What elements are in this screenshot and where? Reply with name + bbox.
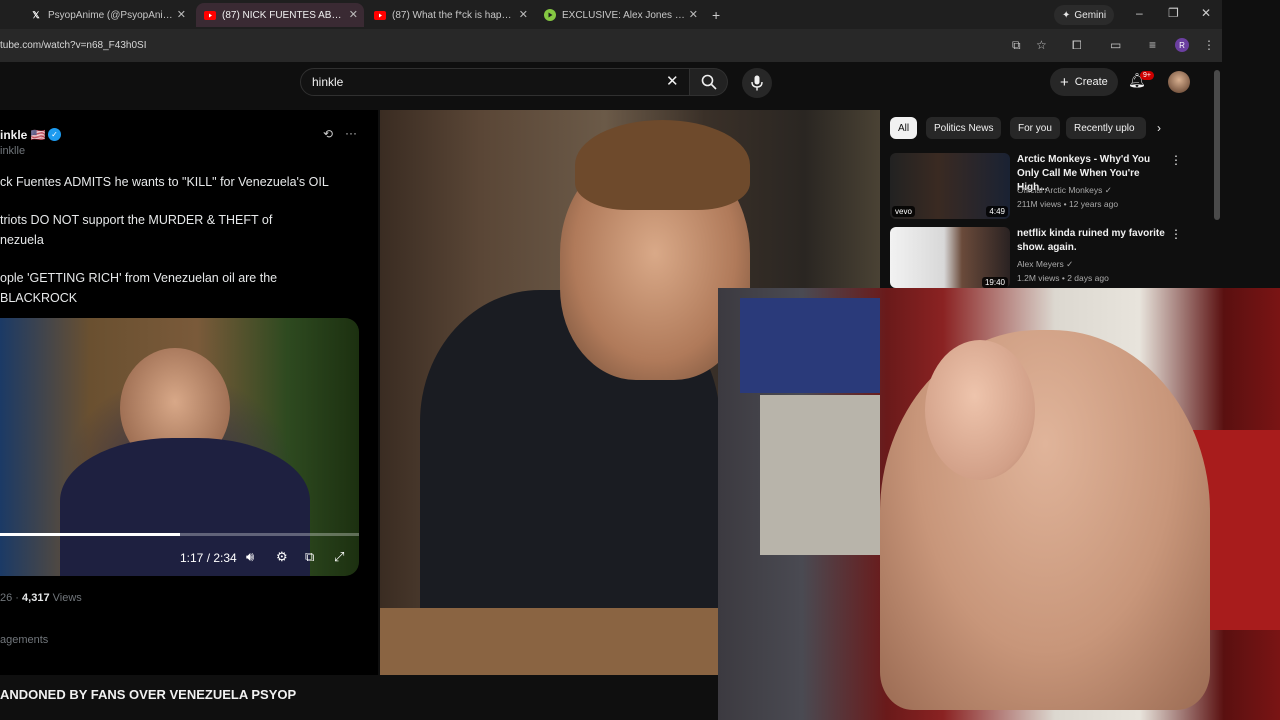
webcam-background-boxes (740, 298, 880, 393)
grok-icon[interactable]: ⟲ (323, 127, 333, 141)
rec-title[interactable]: netflix kinda ruined my favorite show. a… (1017, 227, 1167, 255)
close-icon[interactable]: ✕ (519, 8, 528, 21)
search-input[interactable] (300, 68, 690, 96)
new-tab-icon[interactable]: + (712, 7, 720, 23)
x-logo-icon: 𝕏 (32, 9, 40, 20)
video-title: ANDONED BY FANS OVER VENEZUELA PSYOP (0, 687, 297, 702)
settings-gear-icon[interactable]: ⚙ (276, 549, 288, 565)
video-progress-fill (0, 533, 180, 536)
rumble-icon (544, 9, 556, 21)
view-engagements-link[interactable]: agements (0, 634, 48, 646)
close-icon[interactable]: ✕ (177, 8, 186, 21)
gemini-label: Gemini (1074, 9, 1107, 21)
rec-duration: 19:40 (981, 277, 1008, 288)
reading-list-icon[interactable]: ≡ (1149, 38, 1156, 52)
close-icon[interactable]: ✕ (689, 8, 698, 21)
rec-meta: 211M views • 12 years ago (1017, 199, 1119, 209)
more-options-icon[interactable]: ··· (345, 126, 357, 140)
tweet-line-3a: ople 'GETTING RICH' from Venezuelan oil … (0, 271, 278, 285)
rec-menu-icon[interactable]: ⋮ (1170, 227, 1182, 241)
youtube-icon (204, 9, 216, 21)
clear-search-icon[interactable]: ✕ (666, 72, 679, 90)
search-icon (701, 74, 717, 90)
install-app-icon[interactable]: ⧉ (1012, 38, 1021, 53)
tweet-line-2a: triots DO NOT support the MURDER & THEFT… (0, 213, 273, 227)
rec-meta: 1.2M views • 2 days ago (1017, 273, 1109, 283)
voice-search-button[interactable] (742, 68, 772, 98)
extensions-icon[interactable]: ⧠ (1072, 38, 1082, 53)
restore-icon[interactable]: ❐ (1168, 6, 1179, 20)
notification-badge: 9+ (1140, 71, 1154, 80)
verified-check-icon: ✓ (1104, 185, 1112, 195)
tab-alex-jones[interactable]: EXCLUSIVE: Alex Jones Debates ✕ (536, 3, 704, 27)
search-input-value: hinkle (312, 75, 344, 89)
close-icon[interactable]: ✕ (349, 8, 358, 21)
gemini-button[interactable]: ✦ Gemini (1054, 5, 1115, 25)
youtube-account-avatar[interactable] (1168, 71, 1190, 93)
browser-menu-icon[interactable]: ⋮ (1203, 38, 1215, 52)
tweet-author-handle: inklle (0, 145, 26, 157)
verified-badge-icon: ✓ (48, 128, 61, 141)
chip-politics-news[interactable]: Politics News (926, 117, 1002, 139)
video-subject-hair (575, 120, 750, 210)
vevo-badge: vevo (892, 206, 915, 217)
gemini-icon: ✦ (1062, 9, 1071, 21)
page-scrollbar[interactable] (1214, 70, 1220, 220)
tab-what-the[interactable]: (87) What the f*ck is happening ✕ (366, 3, 534, 27)
chip-for-you[interactable]: For you (1010, 117, 1060, 139)
webcam-background-fridge (760, 395, 880, 555)
tweet-line-3b: BLACKROCK (0, 291, 78, 305)
url-field[interactable]: tube.com/watch?v=n68_F43h0SI (0, 40, 146, 51)
tab-label: PsyopAnime (@PsyopAnime) / (48, 9, 173, 21)
tweet-video-player[interactable] (0, 318, 359, 576)
verified-check-icon: ✓ (1066, 259, 1074, 269)
tab-label: EXCLUSIVE: Alex Jones Debates (562, 9, 687, 21)
fullscreen-icon[interactable]: ⤢ (334, 549, 344, 565)
tweet-stats: 26 · 4,317 Views (0, 592, 82, 604)
tweet-line-2b: nezuela (0, 233, 44, 247)
profile-avatar[interactable]: R (1175, 38, 1189, 52)
chip-recently-uploaded[interactable]: Recently uplo (1066, 117, 1146, 139)
rec-channel[interactable]: Official Arctic Monkeys ✓ (1017, 185, 1112, 196)
create-button[interactable]: + Create (1050, 68, 1118, 96)
video-desk (380, 608, 718, 675)
tab-psyopanime[interactable]: 𝕏 PsyopAnime (@PsyopAnime) / ✕ (22, 3, 192, 27)
rec-thumbnail[interactable]: vevo 4:49 (890, 153, 1010, 219)
rec-thumbnail[interactable]: 19:40 (890, 227, 1010, 288)
tab-nick-fuentes[interactable]: (87) NICK FUENTES ABANDONED ✕ (196, 3, 364, 27)
chip-all[interactable]: All (890, 117, 918, 139)
create-label: Create (1074, 76, 1108, 88)
volume-icon[interactable]: 🔊︎ (246, 549, 254, 565)
side-panel-icon[interactable]: ▭ (1110, 38, 1121, 52)
rec-channel[interactable]: Alex Meyers ✓ (1017, 259, 1073, 270)
webcam-person-head (925, 340, 1035, 480)
bookmark-star-icon[interactable]: ☆ (1036, 38, 1047, 52)
chevron-right-icon[interactable]: › (1157, 121, 1161, 135)
tweet-line-1: ck Fuentes ADMITS he wants to "KILL" for… (0, 175, 329, 189)
rec-duration: 4:49 (986, 206, 1008, 217)
tweet-author-name: inkle 🇺🇸 (0, 128, 46, 142)
rec-menu-icon[interactable]: ⋮ (1170, 153, 1182, 167)
tab-label: (87) What the f*ck is happening (392, 9, 517, 21)
minimize-icon[interactable]: – (1136, 6, 1143, 20)
search-button[interactable] (690, 68, 728, 96)
video-timestamp: 1:17 / 2:34 (180, 551, 237, 565)
youtube-icon (374, 9, 386, 21)
popout-icon[interactable]: ⧉ (305, 549, 314, 565)
close-window-icon[interactable]: ✕ (1201, 6, 1211, 20)
microphone-icon (751, 75, 763, 91)
tab-label: (87) NICK FUENTES ABANDONED (222, 9, 347, 21)
plus-icon: + (1060, 73, 1069, 91)
